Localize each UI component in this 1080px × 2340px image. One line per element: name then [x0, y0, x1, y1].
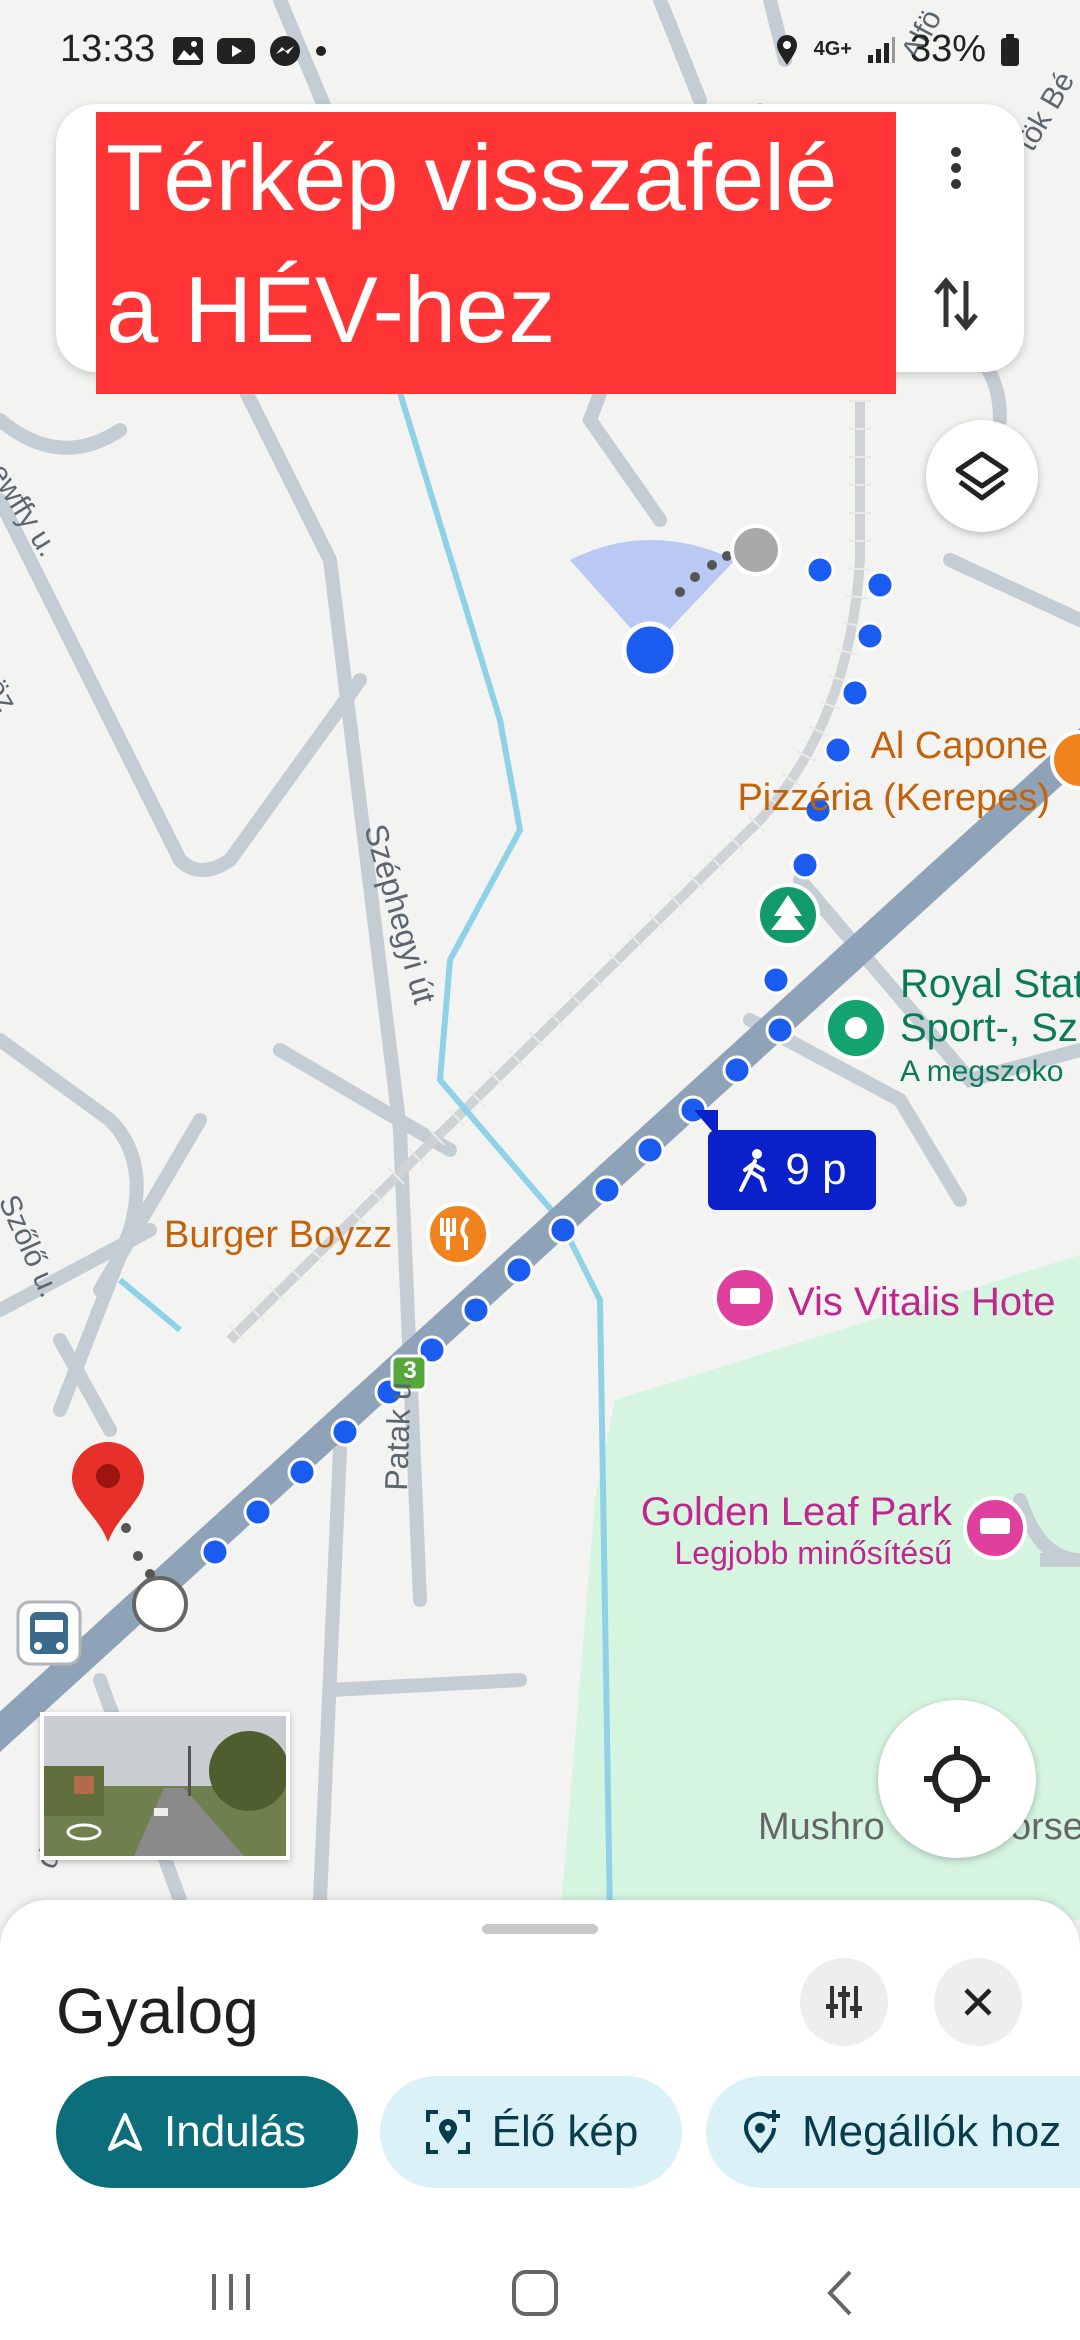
travel-mode-title: Gyalog: [56, 1975, 259, 2047]
route-dot: [855, 621, 885, 651]
swap-route-button[interactable]: [916, 264, 996, 344]
street-view-thumbnail[interactable]: [40, 1712, 290, 1860]
walk-badge-pointer: [694, 1110, 718, 1138]
route-dot: [805, 555, 835, 585]
poi-label-golden-leaf[interactable]: Golden Leaf Park Legjobb minősítésű: [622, 1490, 952, 1572]
route-dot: [243, 1497, 273, 1527]
close-icon: [964, 1988, 992, 2016]
rotate-360-icon: [66, 1823, 102, 1841]
route-dot: [548, 1215, 578, 1245]
signal-icon: [867, 36, 895, 63]
park-marker-icon: [756, 883, 820, 947]
poi-label-vis-vitalis[interactable]: Vis Vitalis Hote: [788, 1280, 1056, 1325]
home-button[interactable]: [510, 2268, 560, 2318]
status-time: 13:33: [60, 28, 156, 70]
route-dot: [722, 1055, 752, 1085]
add-stops-button[interactable]: Megállók hoz: [706, 2076, 1080, 2188]
poi-label-burger[interactable]: Burger Boyzz: [164, 1214, 392, 1257]
royal-stadium-pin-icon: [824, 996, 888, 1060]
banner-line-2: a HÉV-hez: [106, 257, 556, 362]
live-view-button[interactable]: Élő kép: [380, 2076, 682, 2188]
golden-leaf-hotel-icon: [963, 1496, 1027, 1560]
route-dot: [592, 1175, 622, 1205]
sheet-drag-handle[interactable]: [482, 1924, 598, 1934]
live-view-label: Élő kép: [491, 2107, 639, 2156]
battery-percent: 33%: [909, 28, 986, 70]
vis-vitalis-hotel-icon: [713, 1266, 777, 1330]
route-dot: [840, 678, 870, 708]
poi-label-royal[interactable]: Royal Stat Sport-, Sz A megszoko: [900, 962, 1080, 1094]
recent-apps-button[interactable]: [206, 2270, 256, 2314]
add-location-icon: [743, 2110, 780, 2154]
layers-icon: [955, 451, 1009, 501]
home-icon: [512, 2270, 558, 2316]
current-location-dot: [621, 621, 679, 679]
poi-name: Pizzéria (Kerepes): [737, 777, 1050, 819]
bus-stop-icon: [16, 1600, 82, 1666]
route-dot: [461, 1295, 491, 1325]
poi-subtitle: Legjobb minősítésű: [674, 1535, 952, 1571]
tune-icon: [826, 1986, 862, 2018]
title-banner: Térkép visszafelé a HÉV-hez: [96, 112, 896, 394]
more-vert-icon: [951, 147, 961, 189]
poi-subtitle: A megszoko: [900, 1055, 1064, 1088]
route-dot: [761, 965, 791, 995]
back-icon: [827, 2270, 852, 2316]
poi-label-mushroom: Mushro: [758, 1806, 885, 1848]
route-dot: [504, 1255, 534, 1285]
swap-vertical-icon: [934, 277, 978, 331]
route-dot: [790, 850, 820, 880]
walking-person-icon: [739, 1149, 768, 1192]
layers-button[interactable]: [926, 420, 1038, 532]
route-dot: [287, 1457, 317, 1487]
status-bar: 13:33 4G+ 33%: [0, 0, 1080, 100]
live-view-icon: [425, 2110, 470, 2154]
recent-apps-icon: [212, 2274, 250, 2310]
network-type: 4G+: [813, 38, 852, 60]
route-options-button[interactable]: [800, 1958, 888, 2046]
crosshair-icon: [924, 1746, 990, 1812]
route-dot: [865, 570, 895, 600]
banner-line-1: Térkép visszafelé: [106, 125, 838, 230]
directions-bottom-sheet[interactable]: Gyalog Indulás Élő kép Megállók hoz: [0, 1900, 1080, 2340]
walk-time-badge[interactable]: 9 p: [708, 1130, 876, 1210]
poi-name: Royal Stat: [900, 962, 1080, 1006]
add-stops-label: Megállók hoz: [802, 2107, 1062, 2156]
route-dot: [635, 1135, 665, 1165]
messenger-icon: [270, 36, 300, 66]
location-icon: [776, 34, 797, 65]
start-navigation-button[interactable]: Indulás: [56, 2076, 358, 2188]
poi-name: Sport-, Sz: [900, 1006, 1078, 1050]
start-navigation-label: Indulás: [164, 2107, 306, 2156]
more-options-button[interactable]: [924, 128, 988, 208]
close-button[interactable]: [934, 1958, 1022, 2046]
poi-name: Al Capone: [870, 725, 1048, 767]
poi-label-al-capone[interactable]: Al Capone Pizzéria (Kerepes): [700, 720, 1050, 824]
street-label-patak: Patak u.: [378, 1372, 419, 1492]
poi-name: Golden Leaf Park: [640, 1490, 952, 1534]
dot-icon: [316, 46, 326, 56]
back-button[interactable]: [820, 2268, 860, 2318]
navigation-arrow-icon: [108, 2113, 143, 2151]
burger-marker-icon: [426, 1202, 490, 1266]
gallery-icon: [173, 37, 203, 65]
route-badge-label: 3: [403, 1357, 417, 1384]
walk-time-text: 9 p: [785, 1145, 847, 1194]
route-dot: [200, 1537, 230, 1567]
my-location-button[interactable]: [878, 1700, 1036, 1858]
route-dot: [765, 1015, 795, 1045]
youtube-icon: [217, 38, 255, 64]
battery-icon: [1001, 33, 1019, 66]
route-dot: [330, 1417, 360, 1447]
